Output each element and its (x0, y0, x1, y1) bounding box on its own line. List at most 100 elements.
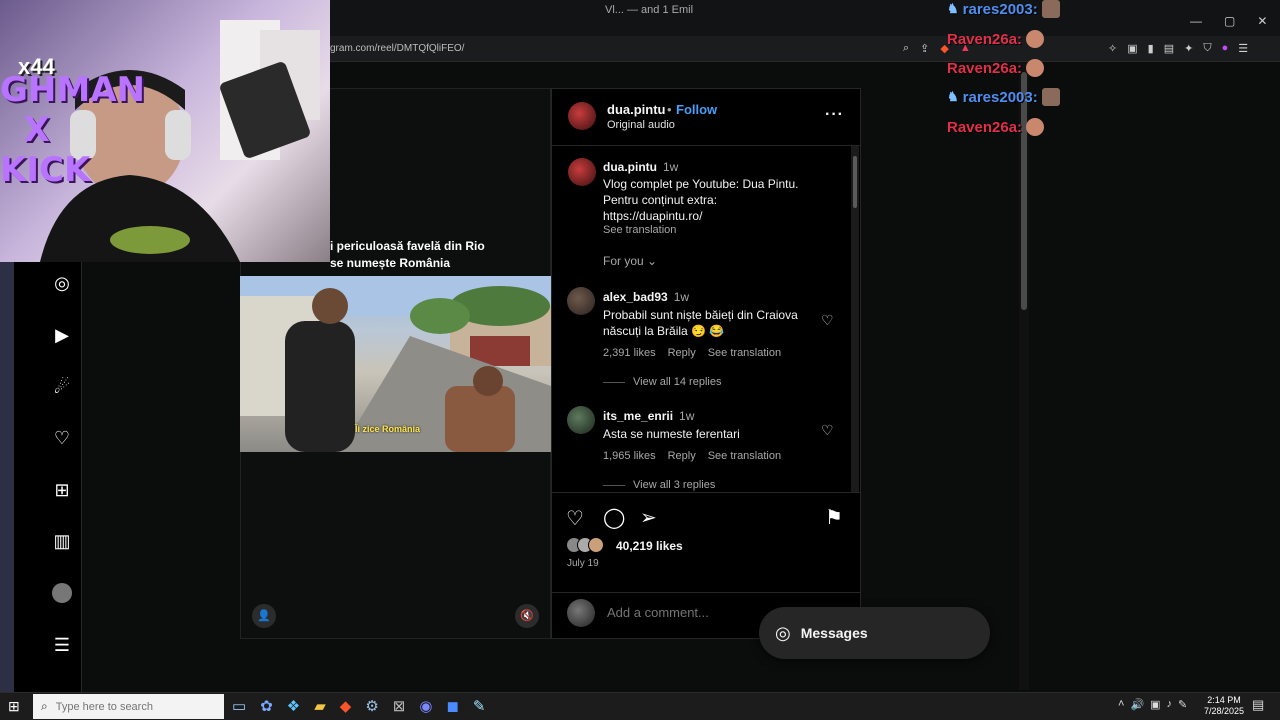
chat-emote (1041, 88, 1060, 106)
create-plus-icon[interactable]: ⊞ (51, 479, 73, 501)
comment-username[interactable]: alex_bad93 (603, 290, 668, 304)
taskbar-apps: ▭ ✿ ❖ ▰ ◆ ⚙ ⊠ ◉ ◼ ✎ (232, 697, 485, 715)
author-username[interactable]: dua.pintu (607, 102, 666, 117)
view-replies-button[interactable]: View all 14 replies (603, 376, 721, 388)
streamer-webcam: x44 GHMAN X KICK (0, 0, 330, 262)
comment-bubble-icon[interactable]: ◯ (603, 505, 625, 530)
audio-link[interactable]: Original audio (607, 119, 675, 131)
reply-button[interactable]: Reply (668, 347, 696, 359)
taskbar-search[interactable]: ⌕ (33, 694, 224, 719)
clock-date: 7/28/2025 (1203, 706, 1245, 716)
windows-start-icon[interactable]: ⊞ (8, 698, 20, 715)
reel-subtitle: Îi zice România (355, 424, 421, 434)
minimize-button[interactable]: — (1190, 14, 1202, 28)
page-scrollbar-thumb[interactable] (1021, 72, 1027, 310)
pen-icon[interactable]: ✎ (1178, 698, 1187, 711)
author-avatar[interactable] (568, 102, 596, 130)
likes-count[interactable]: 40,219 likes (616, 539, 683, 553)
discord-icon[interactable]: ◉ (419, 697, 432, 715)
sort-label: For you (603, 254, 644, 268)
dashboard-icon[interactable]: ▥ (51, 530, 73, 552)
vpn-icon[interactable]: ⛉ (1203, 42, 1211, 55)
maximize-button[interactable]: ▢ (1224, 14, 1235, 28)
wallet-icon[interactable]: ▤ (1164, 42, 1174, 55)
tray-chevron-icon[interactable]: ˄ (1118, 698, 1124, 711)
url-text[interactable]: gram.com/reel/DMTQfQliFEO/ (330, 43, 464, 54)
copilot-app-icon[interactable]: ❖ (287, 697, 300, 715)
reels-icon[interactable]: ▶ (51, 324, 73, 346)
user-icon: 👤 (257, 610, 271, 622)
menu-icon[interactable]: ☰ (1238, 42, 1248, 55)
chat-message: ♞ rares2003: (947, 0, 1060, 18)
caption-author-avatar[interactable] (568, 158, 596, 186)
more-options-icon[interactable]: ··· (825, 106, 844, 124)
volume-icon[interactable]: 🔊 (1130, 698, 1144, 711)
screenshot-icon[interactable]: ▣ (1127, 42, 1137, 55)
taskbar-rail (0, 262, 14, 692)
comment-likes[interactable]: 1,965 likes (603, 450, 656, 462)
steam-icon[interactable]: ⚙ (365, 697, 378, 715)
profile-icon[interactable]: ● (1222, 42, 1229, 55)
see-translation-link[interactable]: See translation (708, 347, 781, 359)
view-replies-button[interactable]: View all 3 replies (603, 479, 715, 491)
speaker-icon[interactable]: ♪ (1167, 698, 1173, 711)
profile-avatar[interactable] (51, 582, 73, 604)
clock-time: 2:14 PM (1207, 695, 1241, 705)
instagram-sidebar: ◎ ▶ ☄ ♡ ⊞ ▥ ☰ (14, 262, 82, 692)
leo-icon[interactable]: ✦ (1184, 42, 1193, 55)
chat-message: Raven26a: (947, 30, 1045, 48)
extensions-icon[interactable]: ✧ (1108, 42, 1117, 55)
reel-mute-button[interactable]: 🔇 (515, 604, 539, 628)
brave-browser-icon[interactable]: ◆ (340, 697, 352, 715)
comment-text-line2: născuți la Brăila 😏 😂 (603, 324, 725, 338)
chat-emote (1026, 118, 1045, 136)
save-bookmark-icon[interactable]: ⚑ (825, 505, 843, 530)
close-button[interactable]: ✕ (1257, 14, 1267, 28)
sidebar-toggle-icon[interactable]: ▮ (1148, 42, 1154, 55)
chat-badge-icon: ♞ (947, 89, 959, 104)
explore-icon[interactable]: ◎ (51, 272, 73, 294)
extension-icons: ✧ ▣ ▮ ▤ ✦ ⛉ ● ☰ (1108, 42, 1248, 55)
comment-likes[interactable]: 2,391 likes (603, 347, 656, 359)
notepad-icon[interactable]: ✎ (473, 697, 486, 715)
taskbar-clock[interactable]: 2:14 PM 7/28/2025 (1200, 695, 1248, 717)
like-heart-icon[interactable]: ♡ (566, 506, 584, 531)
sort-comments-dropdown[interactable]: For you ⌄ (603, 254, 657, 268)
copilot-icon[interactable]: ✿ (260, 697, 273, 715)
file-explorer-icon[interactable]: ▰ (314, 697, 326, 715)
comment-like-heart-icon[interactable]: ♡ (821, 422, 834, 439)
network-icon[interactable]: ▣ (1150, 698, 1160, 711)
caption-see-translation[interactable]: See translation (603, 224, 798, 236)
comment-like-heart-icon[interactable]: ♡ (821, 312, 834, 329)
messenger-icon[interactable]: ☄ (51, 376, 73, 398)
notification-icon[interactable]: ▤ (1252, 697, 1264, 713)
messages-label: Messages (800, 625, 868, 641)
post-date: July 19 (567, 558, 599, 569)
comments-scrollbar-thumb[interactable] (853, 156, 857, 208)
messages-button[interactable]: ◎ Messages (759, 607, 990, 659)
caption-link[interactable]: https://duapintu.ro/ (603, 208, 798, 224)
reply-button[interactable]: Reply (668, 450, 696, 462)
add-comment-input[interactable] (607, 605, 757, 620)
muted-speaker-icon: 🔇 (520, 610, 534, 622)
reel-tagged-user-button[interactable]: 👤 (252, 604, 276, 628)
task-view-icon[interactable]: ▭ (232, 697, 246, 715)
caption-username[interactable]: dua.pintu (603, 160, 657, 174)
browser-tab-title[interactable]: Vl... — and 1 Emil (605, 4, 693, 16)
chat-emote (1041, 0, 1060, 18)
commenter-avatar[interactable] (567, 287, 595, 315)
xbox-icon[interactable]: ⊠ (393, 697, 406, 715)
see-translation-link[interactable]: See translation (708, 450, 781, 462)
caption-line2: Pentru conținut extra: (603, 193, 718, 207)
notifications-heart-icon[interactable]: ♡ (51, 427, 73, 449)
app-icon[interactable]: ◼ (446, 697, 458, 715)
more-menu-icon[interactable]: ☰ (51, 634, 73, 656)
commenter-avatar[interactable] (567, 406, 595, 434)
share-icon[interactable]: ⇪ (920, 42, 929, 55)
follow-button[interactable]: Follow (676, 102, 717, 117)
taskbar-search-input[interactable] (55, 700, 216, 713)
comment-username[interactable]: its_me_enrii (603, 409, 673, 423)
zoom-icon[interactable]: ⌕ (903, 42, 909, 55)
comment-time: 1w (673, 290, 690, 304)
share-send-icon[interactable]: ➢ (640, 505, 657, 530)
